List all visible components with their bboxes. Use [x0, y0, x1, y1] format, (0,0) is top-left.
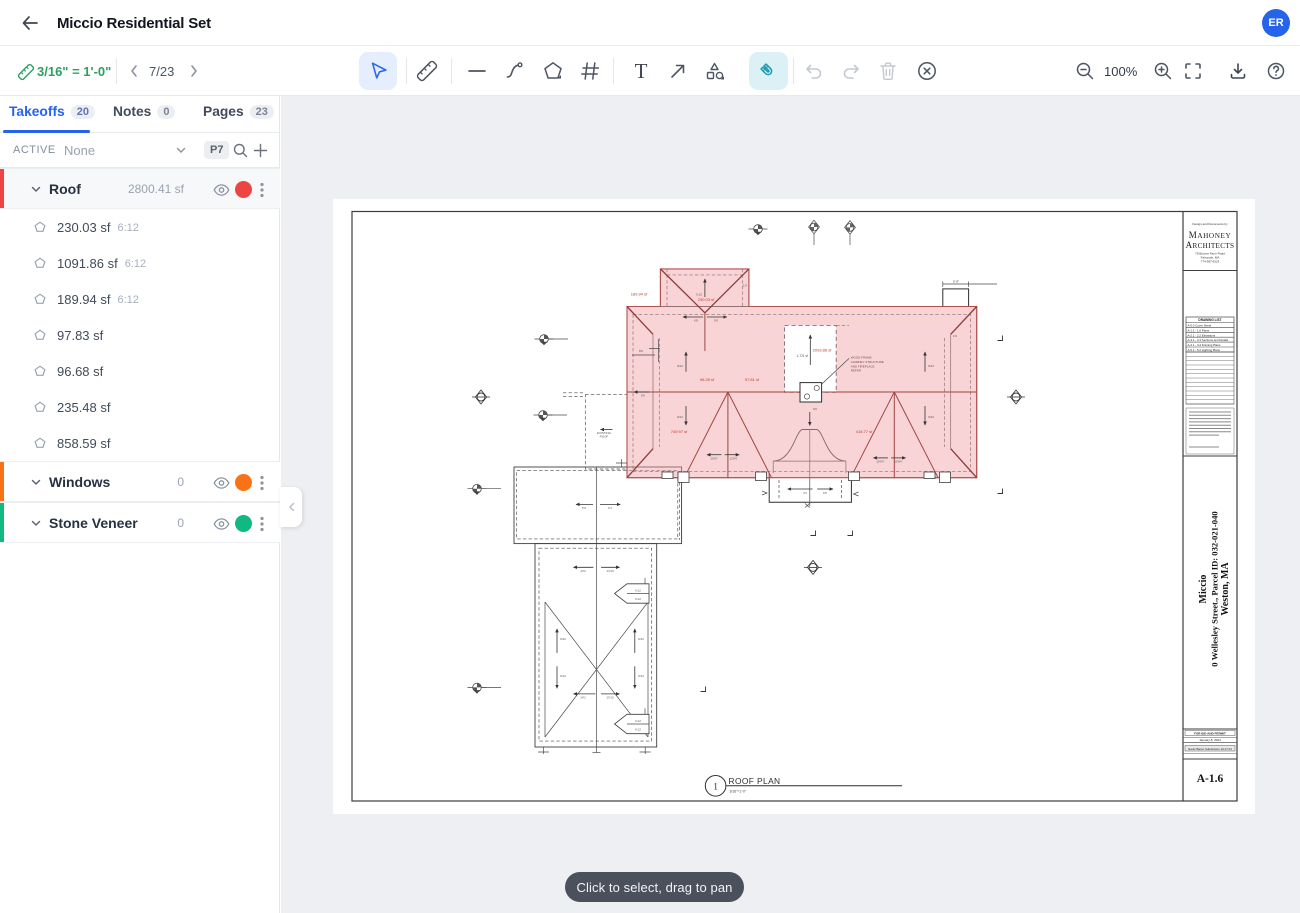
svg-text:1: 1 [713, 781, 718, 791]
svg-text:230.03 sf: 230.03 sf [698, 297, 715, 302]
svg-text:A-1.6: A-1.6 [1197, 773, 1224, 785]
svg-text:9/12: 9/12 [677, 364, 683, 368]
svg-text:9/12: 9/12 [928, 364, 934, 368]
svg-text:6'6: 6'6 [823, 491, 827, 495]
svg-text:13'10: 13'10 [606, 696, 614, 700]
svg-text:9'0: 9'0 [714, 319, 718, 323]
svg-text:6:12: 6:12 [635, 588, 641, 592]
svg-text:Design and Documents by: Design and Documents by [1192, 222, 1228, 226]
svg-text:8'6: 8'6 [639, 349, 643, 353]
svg-text:12'04: 12'04 [729, 457, 737, 461]
svg-text:WOOD FRAME: WOOD FRAME [851, 356, 872, 360]
svg-text:1'0: 1'0 [743, 284, 747, 288]
svg-text:MAHONEY: MAHONEY [1189, 230, 1232, 240]
svg-text:9'6: 9'6 [641, 394, 645, 398]
svg-text:DRAWING LIST: DRAWING LIST [1198, 318, 1221, 322]
svg-text:96.28 sf: 96.28 sf [700, 377, 715, 382]
svg-text:1'0: 1'0 [953, 334, 957, 338]
svg-text:Weston, MA: Weston, MA [1220, 562, 1231, 616]
svg-text:5'2: 5'2 [582, 506, 586, 510]
svg-text:1,721 sf: 1,721 sf [797, 354, 808, 358]
svg-text:14'2: 14'2 [580, 696, 586, 700]
svg-text:A-1.1 - 1.6 Plans: A-1.1 - 1.6 Plans [1188, 328, 1210, 332]
svg-text:3/16"=1'-0": 3/16"=1'-0" [730, 790, 747, 794]
svg-text:A-2.1 - 2.2 Elevations: A-2.1 - 2.2 Elevations [1188, 333, 1216, 337]
svg-text:AND FIREPLACE: AND FIREPLACE [851, 364, 875, 368]
svg-text:189.94 sf: 189.94 sf [631, 292, 648, 297]
svg-text:5'-8": 5'-8" [953, 280, 959, 284]
svg-text:6/12: 6/12 [638, 637, 644, 641]
svg-text:10'04: 10'04 [876, 460, 884, 464]
svg-text:9:12: 9:12 [635, 597, 641, 601]
svg-text:CHIMNEY STRUCTURE: CHIMNEY STRUCTURE [851, 360, 884, 364]
svg-text:6/12: 6/12 [560, 674, 566, 678]
svg-text:A-0.0 Cover Sheet: A-0.0 Cover Sheet [1188, 324, 1212, 328]
svg-text:2093.86 sf: 2093.86 sf [813, 348, 833, 353]
svg-text:ARCHITECTS: ARCHITECTS [1186, 240, 1235, 250]
svg-text:10'04: 10'04 [894, 460, 902, 464]
svg-text:774-387-6223: 774-387-6223 [1201, 260, 1220, 264]
svg-text:9:12: 9:12 [635, 727, 641, 731]
svg-text:Nantz Baron Subdivision 10.27: Nantz Baron Subdivision 10.27.04 [1188, 747, 1232, 751]
svg-text:9/12: 9/12 [677, 415, 683, 419]
svg-text:A-4.1 - 4.4 Framing Plans: A-4.1 - 4.4 Framing Plans [1188, 343, 1221, 347]
svg-text:9:12: 9:12 [696, 293, 702, 297]
svg-text:6/12: 6/12 [560, 637, 566, 641]
svg-text:ROOF PLAN: ROOF PLAN [729, 776, 781, 786]
svg-text:6:12: 6:12 [635, 719, 641, 723]
svg-text:10'07: 10'07 [710, 457, 718, 461]
svg-text:749.97 sf: 749.97 sf [671, 429, 688, 434]
svg-text:Miccio: Miccio [1198, 575, 1209, 604]
svg-text:4'1: 4'1 [803, 491, 807, 495]
svg-text:6/12: 6/12 [638, 674, 644, 678]
svg-text:0 Wellesley Street., Parcel ID: 0 Wellesley Street., Parcel ID: 032-021-… [1210, 511, 1220, 666]
svg-text:14'2: 14'2 [580, 569, 586, 573]
svg-text:6'1: 6'1 [608, 506, 612, 510]
svg-text:January 8, 2024: January 8, 2024 [1199, 738, 1221, 742]
svg-text:418.77 sf: 418.77 sf [856, 429, 873, 434]
svg-text:9/12: 9/12 [928, 415, 934, 419]
svg-text:FOR BID AND PERMIT: FOR BID AND PERMIT [1194, 732, 1226, 736]
svg-text:9'0: 9'0 [813, 407, 817, 411]
svg-text:ROOF: ROOF [600, 435, 609, 439]
svg-text:14'10: 14'10 [606, 569, 614, 573]
svg-text:REFER: REFER [851, 369, 862, 373]
svg-text:6'8: 6'8 [694, 319, 698, 323]
svg-text:A-5.1 - 5.2 Lighting Plans: A-5.1 - 5.2 Lighting Plans [1188, 348, 1221, 352]
svg-text:97.81 sf: 97.81 sf [745, 377, 760, 382]
svg-text:A-3.1 - 3.3 Sections and Deta: A-3.1 - 3.3 Sections and Details [1188, 338, 1229, 342]
